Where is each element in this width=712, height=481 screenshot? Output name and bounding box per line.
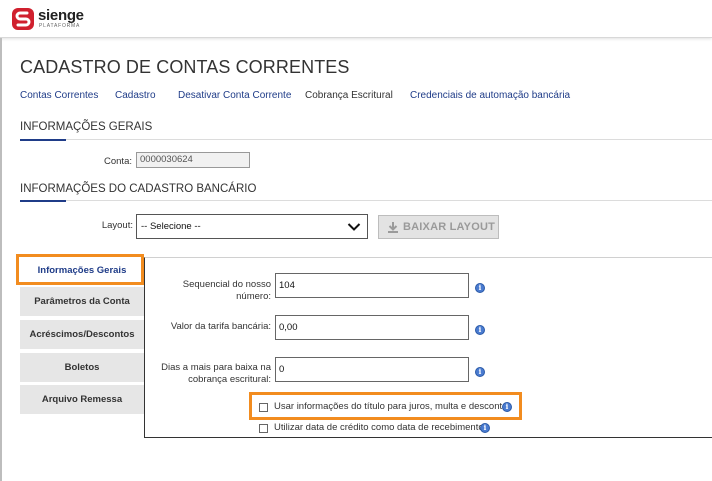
nav-link-desativar-conta[interactable]: Desativar Conta Corrente [178, 90, 291, 101]
sienge-logo-icon [12, 8, 34, 30]
left-edge-divider [0, 38, 2, 481]
section-accent [20, 200, 66, 202]
section-title-general: INFORMAÇÕES GERAIS [20, 121, 153, 133]
conta-label: Conta: [104, 156, 132, 167]
layout-select[interactable]: -- Selecione -- [136, 214, 368, 239]
tab-highlight-box [16, 254, 144, 285]
page-title: CADASTRO DE CONTAS CORRENTES [20, 57, 350, 77]
dias-input[interactable]: 0 [275, 357, 469, 382]
download-layout-button[interactable]: BAIXAR LAYOUT [378, 215, 499, 239]
data-credito-checkbox[interactable] [259, 424, 268, 433]
sequencial-input[interactable]: 104 [275, 273, 469, 298]
sequencial-label-line2: número: [236, 291, 271, 302]
section-title-bank: INFORMAÇÕES DO CADASTRO BANCÁRIO [20, 183, 257, 195]
tab-acrescimos-descontos[interactable]: Acréscimos/Descontos [20, 320, 144, 349]
tarifa-input[interactable]: 0,00 [275, 315, 469, 340]
download-layout-label: BAIXAR LAYOUT [403, 221, 496, 233]
chevron-down-icon [347, 223, 361, 231]
info-icon[interactable] [480, 423, 490, 433]
data-credito-label: Utilizar data de crédito como data de re… [274, 422, 484, 433]
tab-parametros-conta[interactable]: Parâmetros da Conta [20, 287, 144, 316]
section-accent [20, 139, 66, 141]
tab-arquivo-remessa[interactable]: Arquivo Remessa [20, 385, 144, 414]
dias-label-line2: cobrança escritural: [188, 374, 271, 385]
sequencial-label: Sequencial do nosso número: [150, 279, 271, 303]
download-icon [388, 222, 398, 233]
logo-text: sienge [38, 7, 84, 24]
tab-boletos[interactable]: Boletos [20, 353, 144, 382]
nav-link-cobranca-escritural[interactable]: Cobrança Escritural [305, 90, 393, 101]
checkbox-highlight-box [249, 392, 522, 420]
sequencial-label-line1: Sequencial do nosso [182, 279, 271, 290]
logo-subtext: PLATAFORMA [39, 23, 81, 29]
top-bar: sienge PLATAFORMA [0, 0, 712, 38]
conta-field: 0000030624 [136, 152, 250, 168]
nav-link-credenciais-automacao[interactable]: Credenciais de automação bancária [410, 90, 570, 101]
nav-link-contas-correntes[interactable]: Contas Correntes [20, 90, 98, 101]
info-icon[interactable] [475, 283, 485, 293]
dias-label: Dias a mais para baixa na cobrança escri… [150, 362, 271, 386]
info-icon[interactable] [475, 367, 485, 377]
section-divider [20, 139, 712, 140]
info-icon[interactable] [475, 325, 485, 335]
tarifa-label: Valor da tarifa bancária: [170, 321, 271, 332]
dias-label-line1: Dias a mais para baixa na [161, 362, 271, 373]
layout-selected-value: -- Selecione -- [141, 221, 201, 232]
section-divider [20, 200, 712, 201]
nav-link-cadastro[interactable]: Cadastro [115, 90, 156, 101]
layout-label: Layout: [101, 220, 133, 231]
